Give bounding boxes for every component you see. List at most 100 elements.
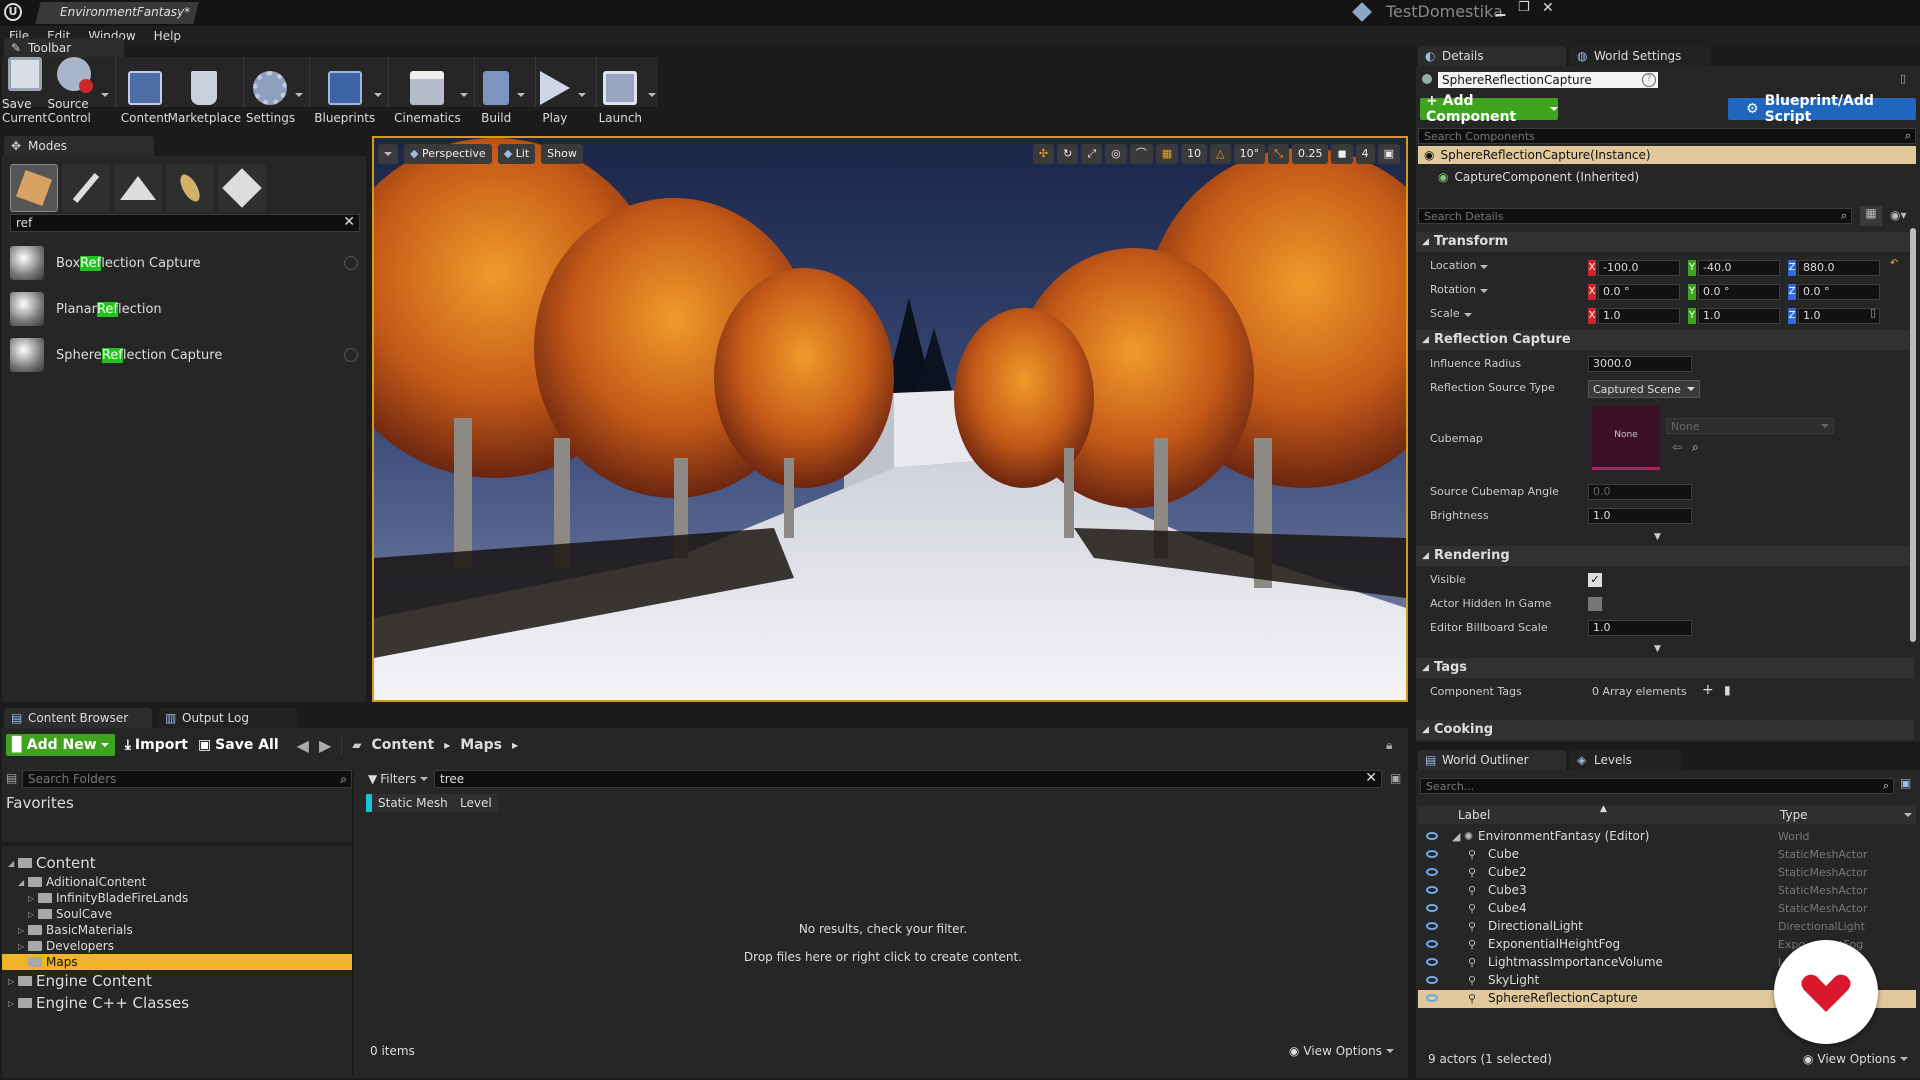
rotation-z-field[interactable]: 0.0 ° xyxy=(1798,284,1880,300)
reset-location-icon[interactable]: ↶ xyxy=(1890,258,1898,269)
translate-tool-icon[interactable]: ✣ xyxy=(1032,144,1055,164)
content-view-options-button[interactable]: ◉ View Options xyxy=(1289,1044,1394,1058)
rotate-tool-icon[interactable]: ↻ xyxy=(1057,144,1079,164)
grid-snap-value[interactable]: 10 xyxy=(1181,144,1208,164)
expand-arrow-icon[interactable]: ◢ xyxy=(18,878,28,887)
modes-result-item[interactable]: Planar Ref lection xyxy=(10,286,362,332)
expand-arrow-icon[interactable]: ▷ xyxy=(18,942,28,951)
search-folders-input[interactable]: Search Folders ⌕ xyxy=(22,770,352,788)
blueprints-button[interactable]: Blueprints xyxy=(314,57,375,129)
minimize-button[interactable]: ▁ xyxy=(1496,2,1516,16)
save-all-button[interactable]: ▣ Save All xyxy=(198,734,279,756)
build-button[interactable]: Build xyxy=(481,57,511,129)
add-element-icon[interactable]: + xyxy=(1702,682,1714,698)
scale-tool-icon[interactable]: ⤢ xyxy=(1081,144,1103,164)
scale-dropdown-icon[interactable] xyxy=(1464,313,1472,317)
maximize-viewport-icon[interactable]: ▣ xyxy=(1377,144,1400,164)
cooking-section[interactable]: ◢ Cooking xyxy=(1416,720,1914,740)
col-label-header[interactable]: Label xyxy=(1458,808,1490,822)
col-type-header[interactable]: Type xyxy=(1780,808,1808,822)
outliner-row[interactable]: ⚲ Cube2 StaticMeshActor xyxy=(1418,864,1916,882)
place-mode-icon[interactable] xyxy=(10,164,58,212)
filter-chip-static-mesh[interactable]: Static Mesh xyxy=(366,794,454,812)
camera-speed-icon[interactable]: ◼ xyxy=(1331,144,1353,164)
outliner-row[interactable]: ◢ ✺ EnvironmentFantasy (Editor) World xyxy=(1418,828,1916,846)
hidden-in-game-checkbox[interactable] xyxy=(1588,597,1602,611)
cinematics-dropdown-icon[interactable] xyxy=(460,93,469,97)
expand-advanced-icon[interactable]: ▼ xyxy=(1654,532,1661,542)
save-search-icon[interactable]: ▣ xyxy=(1390,771,1401,785)
blueprints-dropdown-icon[interactable] xyxy=(373,93,382,97)
outliner-search-input[interactable]: Search... ⌕ xyxy=(1420,778,1894,794)
search-details-input[interactable]: Search Details ⌕ xyxy=(1418,208,1852,224)
rotation-snap-icon[interactable]: △ xyxy=(1210,144,1231,164)
scale-y-field[interactable]: 1.0 xyxy=(1698,308,1780,324)
scale-z-field[interactable]: 1.0 xyxy=(1798,308,1880,324)
folder-tree-item[interactable]: ◢ AditionalContent xyxy=(2,874,352,890)
source-control-button[interactable]: Source Control xyxy=(47,57,101,129)
transform-section[interactable]: ◢ Transform xyxy=(1416,232,1914,252)
search-components-input[interactable]: Search Components ⌕ xyxy=(1418,128,1916,144)
import-button[interactable]: ⤓ Import xyxy=(125,734,188,756)
scale-x-field[interactable]: 1.0 xyxy=(1598,308,1680,324)
launch-button[interactable]: Launch xyxy=(599,57,642,129)
search-icon[interactable]: ⌕ xyxy=(340,772,347,787)
add-new-button[interactable]: ▉ Add New xyxy=(6,734,115,756)
save-current-button[interactable]: Save Current xyxy=(2,57,47,129)
source-control-dropdown-icon[interactable] xyxy=(100,93,109,97)
forward-arrow-icon[interactable]: ▶ xyxy=(319,736,331,755)
rotation-y-field[interactable]: 0.0 ° xyxy=(1698,284,1780,300)
billboard-scale-field[interactable]: 1.0 xyxy=(1588,620,1692,636)
viewport[interactable]: ◆ Perspective ◆ Lit Show ✣ ↻ ⤢ ◎ ⌒ ▦ 10 … xyxy=(372,136,1408,702)
folder-tree-item[interactable]: ▷ InfinityBladeFireLands xyxy=(2,890,352,906)
cubemap-asset-dropdown[interactable]: None xyxy=(1666,418,1834,434)
search-icon[interactable]: ⌕ xyxy=(1841,209,1847,223)
grid-snap-icon[interactable]: ▦ xyxy=(1155,144,1179,164)
close-button[interactable]: ✕ xyxy=(1542,0,1562,16)
folder-tree-item[interactable]: ▷ Developers xyxy=(2,938,352,954)
launch-dropdown-icon[interactable] xyxy=(648,93,657,97)
outliner-row[interactable]: ⚲ Cube4 StaticMeshActor xyxy=(1418,900,1916,918)
outliner-view-options-button[interactable]: ◉ View Options xyxy=(1803,1052,1908,1066)
expand-arrow-icon[interactable]: ▷ xyxy=(8,999,18,1008)
settings-button[interactable]: Settings xyxy=(246,57,295,129)
folder-tree-item[interactable]: ▷ SoulCave xyxy=(2,906,352,922)
location-label[interactable]: Location xyxy=(1430,259,1477,272)
perspective-button[interactable]: ◆ Perspective xyxy=(404,144,492,164)
settings-dropdown-icon[interactable] xyxy=(295,93,304,97)
details-lock-icon[interactable]: ▯ xyxy=(1900,72,1906,85)
location-z-field[interactable]: 880.0 xyxy=(1798,260,1880,276)
source-type-dropdown[interactable]: Captured Scene xyxy=(1588,380,1700,398)
visibility-eye-icon[interactable] xyxy=(1426,886,1438,894)
expand-arrow-icon[interactable]: ▷ xyxy=(28,910,38,919)
notification-icon[interactable] xyxy=(1352,2,1372,22)
tab-output-log[interactable]: ▥ Output Log xyxy=(158,708,298,728)
cinematics-button[interactable]: Cinematics xyxy=(394,57,461,129)
visibility-eye-icon[interactable] xyxy=(1426,940,1438,948)
play-button[interactable]: Play xyxy=(539,57,570,129)
lit-button[interactable]: ◆ Lit xyxy=(497,144,536,164)
tab-modes[interactable]: ✥ Modes xyxy=(4,136,154,156)
rotation-snap-value[interactable]: 10° xyxy=(1233,144,1266,164)
visibility-eye-icon[interactable] xyxy=(1426,904,1438,912)
tab-world-settings[interactable]: ◍ World Settings xyxy=(1570,46,1710,66)
create-folder-icon[interactable]: ▣ xyxy=(1900,776,1911,790)
clear-search-icon[interactable]: ✕ xyxy=(343,214,355,230)
scale-lock-icon[interactable]: ▯ xyxy=(1870,306,1876,319)
rotation-label[interactable]: Rotation xyxy=(1430,283,1476,296)
component-child-row[interactable]: ◉ CaptureComponent (Inherited) xyxy=(1438,168,1639,186)
type-column-dropdown-icon[interactable] xyxy=(1904,813,1912,817)
modes-result-item[interactable]: Box Ref lection Capture xyxy=(10,240,362,286)
visibility-eye-icon[interactable] xyxy=(1426,994,1438,1002)
expand-arrow-icon[interactable]: ▷ xyxy=(28,894,38,903)
details-view-options-icon[interactable]: ◉▾ xyxy=(1890,208,1907,222)
viewport-options-button[interactable] xyxy=(378,144,398,164)
use-selected-arrow-icon[interactable]: ⇦ xyxy=(1672,440,1682,454)
outliner-row[interactable]: ⚲ DirectionalLight DirectionalLight xyxy=(1418,918,1916,936)
rendering-section[interactable]: ◢ Rendering xyxy=(1416,546,1914,566)
rotation-dropdown-icon[interactable] xyxy=(1480,289,1488,293)
modes-search-input[interactable]: ref ✕ xyxy=(10,214,360,232)
tab-world-outliner[interactable]: ▤ World Outliner xyxy=(1418,750,1566,770)
component-root-row[interactable]: ◉ SphereReflectionCapture(Instance) xyxy=(1418,146,1916,164)
folder-tree-toggle-icon[interactable]: ▤ xyxy=(6,771,17,785)
